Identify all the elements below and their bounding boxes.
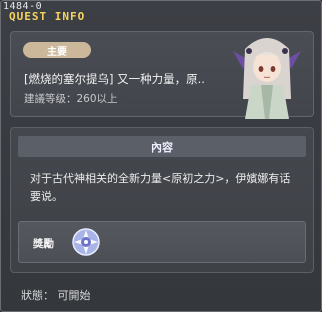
quest-content-panel: 內容 对于古代神相关的全新力量<原初之力>，伊嬪娜有话要说。 獎勵	[10, 127, 314, 273]
reward-box: 獎勵	[18, 221, 306, 263]
quest-description: 对于古代神相关的全新力量<原初之力>，伊嬪娜有话要说。	[30, 172, 291, 203]
content-header: 內容	[18, 136, 306, 157]
quest-status: 狀態： 可開始	[21, 289, 91, 302]
quest-recommended-level: 建議等级：260以上	[24, 93, 118, 105]
window-title: QUEST INFO	[9, 10, 86, 23]
quest-type-badge: 主要	[23, 42, 91, 58]
quest-title: [燃烧的塞尔提乌] 又一种力量，原..	[24, 72, 205, 86]
quest-info-window: 1484-0 QUEST INFO 主要 [燃烧的塞尔提乌] 又一种力量，原..…	[0, 0, 322, 312]
npc-portrait-icon	[233, 38, 301, 119]
reward-item-icon[interactable]	[71, 227, 101, 257]
reward-label: 獎勵	[33, 238, 54, 250]
